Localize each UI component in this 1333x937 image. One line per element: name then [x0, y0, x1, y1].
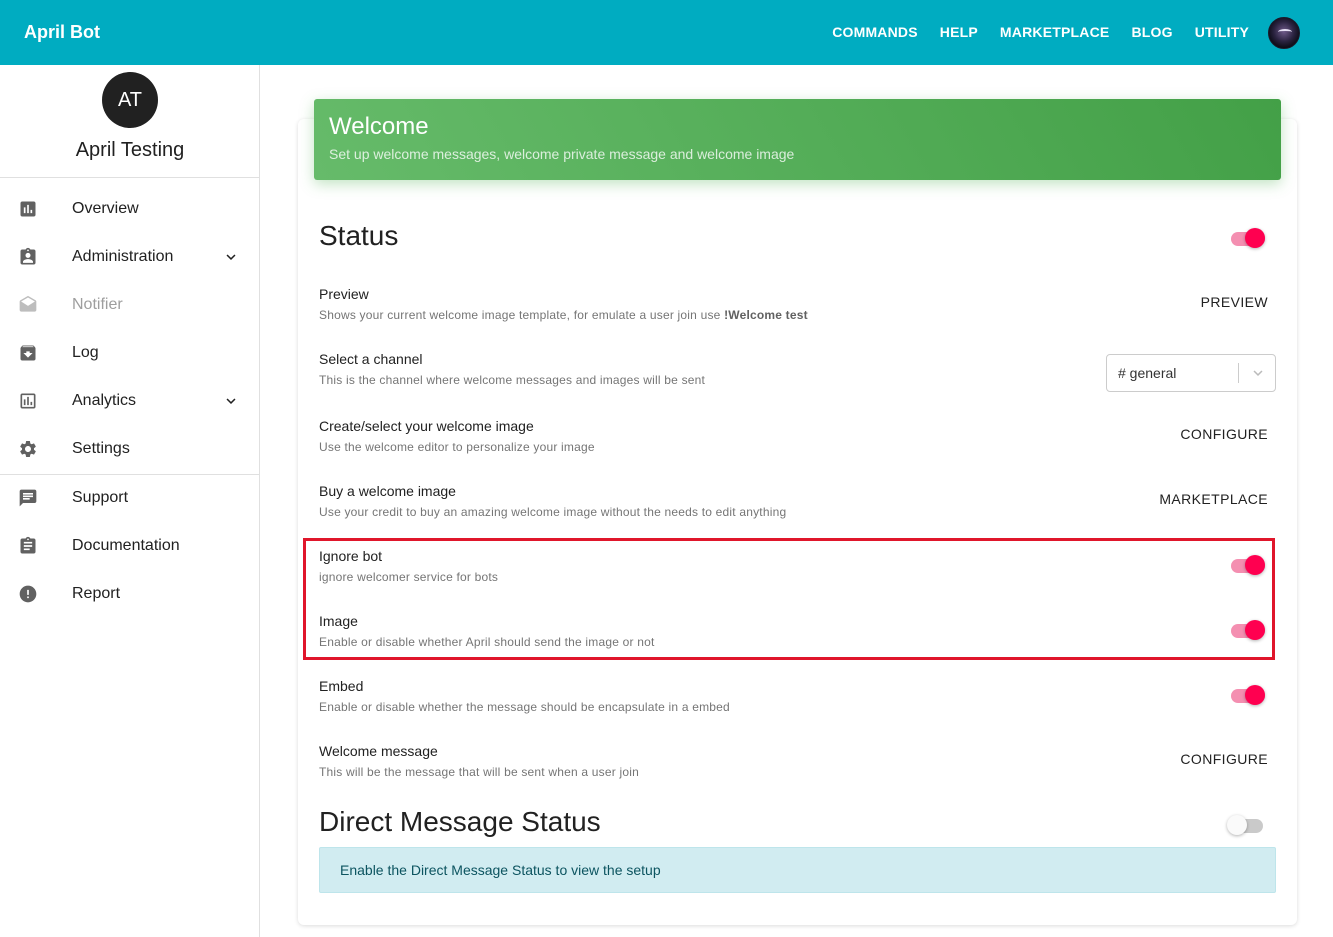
- nav-help[interactable]: HELP: [940, 24, 978, 40]
- select-separator: [1238, 363, 1239, 383]
- welcome-message-title: Welcome message: [319, 743, 438, 759]
- sidebar-item-label: Overview: [72, 200, 139, 217]
- buy-image-desc: Use your credit to buy an amazing welcom…: [319, 505, 787, 519]
- sidebar-item-settings[interactable]: Settings: [0, 425, 260, 473]
- sidebar-item-analytics[interactable]: Analytics: [0, 377, 260, 425]
- sidebar-item-report[interactable]: Report: [0, 570, 260, 618]
- configure-image-button[interactable]: CONFIGURE: [1180, 426, 1268, 442]
- sidebar-item-label: Settings: [72, 440, 130, 457]
- image-toggle[interactable]: [1229, 619, 1267, 641]
- marketplace-button[interactable]: MARKETPLACE: [1159, 491, 1268, 507]
- sidebar-item-support[interactable]: Support: [0, 474, 260, 522]
- clipboard-icon: [18, 536, 38, 556]
- ignore-bot-title: Ignore bot: [319, 548, 383, 564]
- welcome-message-desc: This will be the message that will be se…: [319, 765, 639, 779]
- sidebar: AT April Testing Overview Administration…: [0, 65, 260, 937]
- sidebar-item-label: Notifier: [72, 296, 123, 313]
- nav-marketplace[interactable]: MARKETPLACE: [1000, 24, 1110, 40]
- alert-circle-icon: [18, 584, 38, 604]
- sidebar-item-label: Documentation: [72, 537, 180, 554]
- image-title: Image: [319, 613, 358, 629]
- dm-status-info: Enable the Direct Message Status to view…: [319, 847, 1276, 893]
- channel-desc: This is the channel where welcome messag…: [319, 373, 706, 387]
- preview-command: !Welcome test: [724, 308, 808, 322]
- user-avatar[interactable]: [1268, 17, 1300, 49]
- sidebar-item-label: Analytics: [72, 392, 137, 409]
- page-title: Welcome: [329, 113, 429, 140]
- status-title: Status: [319, 220, 399, 251]
- ignore-bot-desc: ignore welcomer service for bots: [319, 570, 499, 584]
- card-header: Welcome Set up welcome messages, welcome…: [314, 99, 1281, 180]
- sidebar-item-notifier[interactable]: Notifier: [0, 281, 260, 329]
- chevron-down-icon: [1249, 364, 1267, 382]
- channel-title: Select a channel: [319, 351, 423, 367]
- badge-icon: [18, 247, 38, 267]
- preview-desc-text: Shows your current welcome image templat…: [319, 308, 725, 322]
- buy-image-title: Buy a welcome image: [319, 483, 456, 499]
- envelope-open-icon: [18, 295, 38, 315]
- sidebar-divider: [0, 177, 260, 178]
- chevron-down-icon: [222, 248, 240, 266]
- server-name: April Testing: [75, 139, 185, 161]
- gear-icon: [18, 439, 38, 459]
- nav-utility[interactable]: UTILITY: [1195, 24, 1249, 40]
- sidebar-item-label: Support: [72, 489, 129, 506]
- sidebar-item-label: Log: [72, 344, 99, 361]
- image-editor-title: Create/select your welcome image: [319, 418, 534, 434]
- sidebar-item-label: Administration: [72, 248, 174, 265]
- embed-title: Embed: [319, 678, 364, 694]
- server-avatar: AT: [102, 72, 158, 128]
- sidebar-item-log[interactable]: Log: [0, 329, 260, 377]
- nav-blog[interactable]: BLOG: [1131, 24, 1172, 40]
- image-editor-desc: Use the welcome editor to personalize yo…: [319, 440, 595, 454]
- chevron-down-icon: [222, 392, 240, 410]
- embed-desc: Enable or disable whether the message sh…: [319, 700, 730, 714]
- chat-icon: [18, 488, 38, 508]
- dm-status-info-text: Enable the Direct Message Status to view…: [340, 862, 661, 878]
- top-app-bar: April Bot COMMANDS HELP MARKETPLACE BLOG…: [0, 0, 1333, 65]
- welcome-card: [298, 119, 1297, 925]
- preview-button[interactable]: PREVIEW: [1201, 294, 1268, 310]
- status-toggle[interactable]: [1229, 227, 1267, 249]
- channel-select-value: # general: [1118, 365, 1177, 381]
- dm-status-title: Direct Message Status: [319, 806, 601, 837]
- configure-message-button[interactable]: CONFIGURE: [1180, 751, 1268, 767]
- embed-toggle[interactable]: [1229, 684, 1267, 706]
- dm-status-toggle[interactable]: [1227, 814, 1265, 836]
- page-subtitle: Set up welcome messages, welcome private…: [329, 146, 795, 162]
- brand-title[interactable]: April Bot: [24, 22, 100, 43]
- sidebar-item-overview[interactable]: Overview: [0, 185, 260, 233]
- image-desc: Enable or disable whether April should s…: [319, 635, 655, 649]
- preview-title: Preview: [319, 286, 369, 302]
- top-nav: COMMANDS HELP MARKETPLACE BLOG UTILITY: [832, 24, 1249, 40]
- preview-desc: Shows your current welcome image templat…: [319, 308, 808, 322]
- channel-select[interactable]: # general: [1106, 354, 1276, 392]
- archive-icon: [18, 343, 38, 363]
- sidebar-item-administration[interactable]: Administration: [0, 233, 260, 281]
- sidebar-item-label: Report: [72, 585, 121, 602]
- ignore-bot-toggle[interactable]: [1229, 554, 1267, 576]
- bar-chart-icon: [18, 199, 38, 219]
- nav-commands[interactable]: COMMANDS: [832, 24, 918, 40]
- analytics-icon: [18, 391, 38, 411]
- sidebar-item-documentation[interactable]: Documentation: [0, 522, 260, 570]
